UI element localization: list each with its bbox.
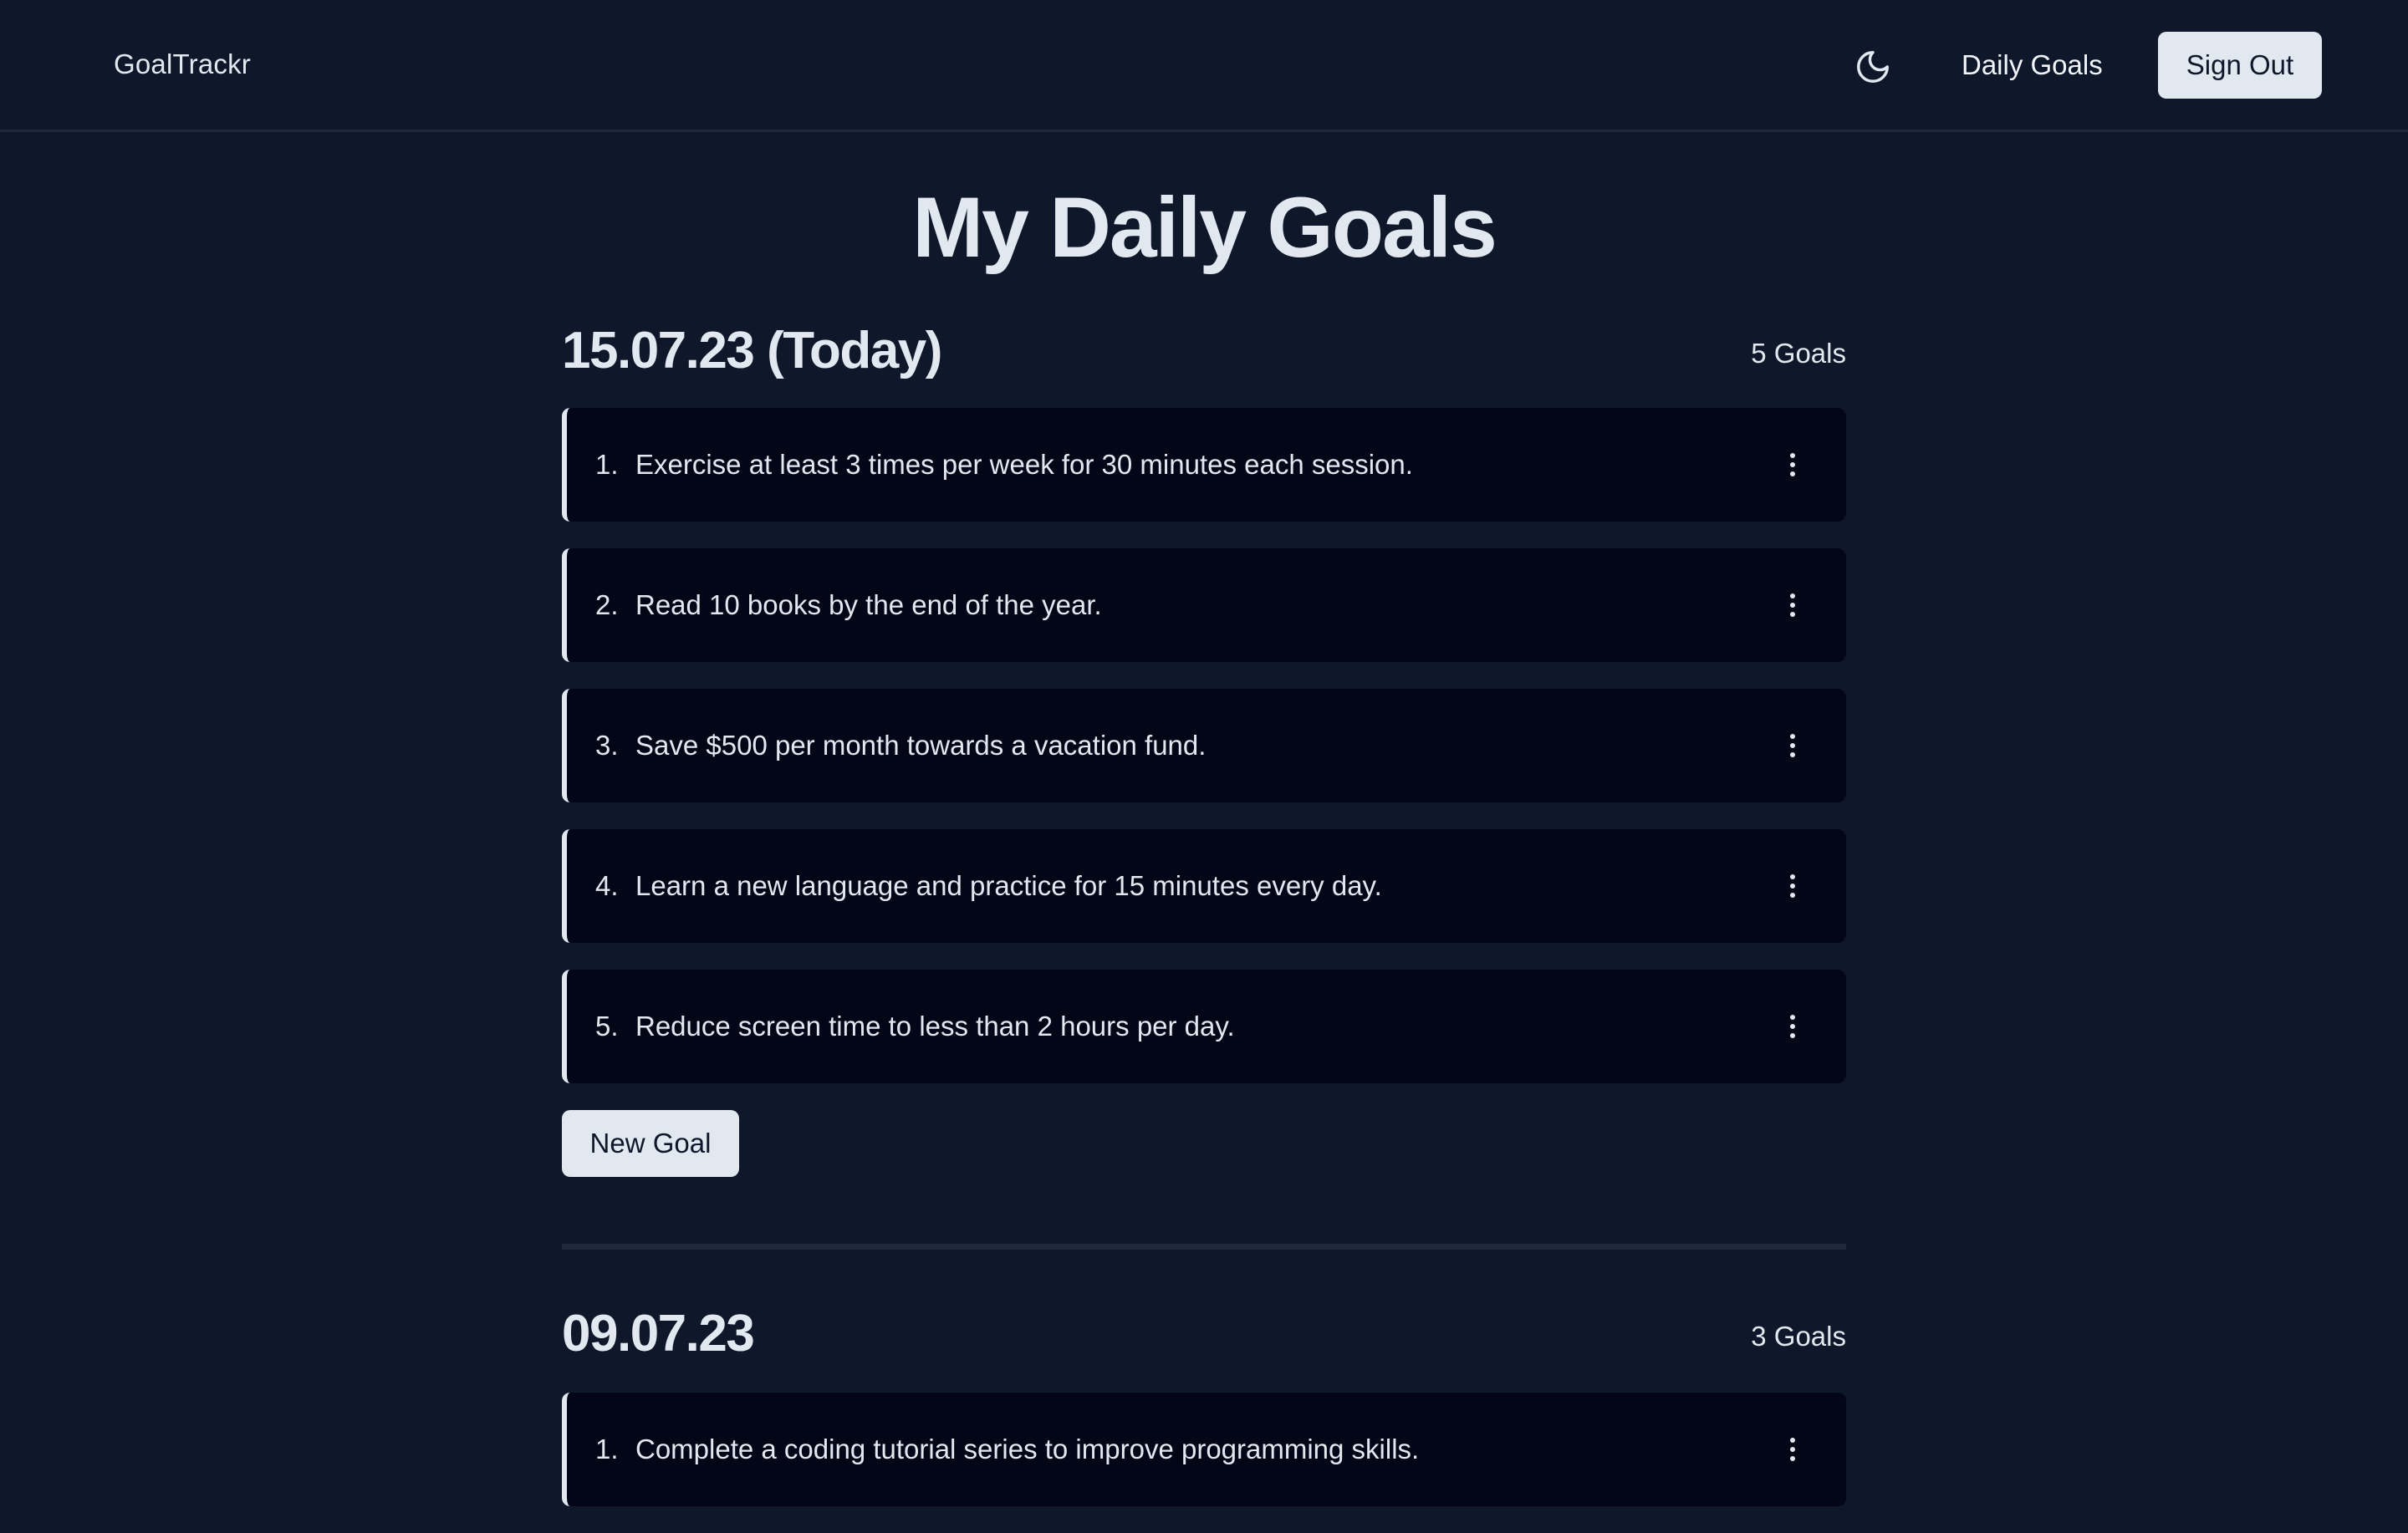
goal-text: Save $500 per month towards a vacation f… [635,730,1207,761]
more-vertical-icon [1790,1015,1795,1038]
goal-text: Learn a new language and practice for 15… [635,870,1382,901]
moon-icon [1857,51,1889,83]
day-date: 09.07.23 [562,1305,755,1362]
goal-item[interactable]: 3. Save $500 per month towards a vacatio… [562,689,1846,802]
goal-item[interactable]: 1. Complete a coding tutorial series to … [562,1393,1846,1506]
goal-menu-button[interactable] [1769,863,1816,909]
sign-out-button[interactable]: Sign Out [2158,32,2322,99]
more-vertical-icon [1790,734,1795,757]
day-section: 15.07.23 (Today) 5 Goals 1. Exercise at … [562,318,1846,1177]
theme-toggle-button[interactable] [1849,43,1896,90]
more-vertical-icon [1790,453,1795,476]
more-vertical-icon [1790,874,1795,898]
goal-menu-button[interactable] [1769,1003,1816,1050]
goal-item[interactable]: 4. Learn a new language and practice for… [562,829,1846,943]
more-vertical-icon [1790,593,1795,617]
goal-number: 2. [595,589,619,620]
goal-number: 3. [595,730,619,761]
brand-logo[interactable]: GoalTrackr [114,43,251,85]
top-navbar: GoalTrackr Daily Goals Sign Out [0,0,2408,132]
goal-menu-button[interactable] [1769,441,1816,488]
goal-number: 4. [595,870,619,901]
day-section: 09.07.23 3 Goals 1. Complete a coding tu… [562,1301,1846,1533]
goal-text: Exercise at least 3 times per week for 3… [635,449,1413,480]
goal-item[interactable]: 1. Exercise at least 3 times per week fo… [562,408,1846,522]
goal-menu-button[interactable] [1769,582,1816,629]
goal-menu-button[interactable] [1769,1426,1816,1473]
day-date: 15.07.23 (Today) [562,322,942,379]
goal-text: Read 10 books by the end of the year. [635,589,1102,620]
goal-item[interactable]: 2. Read 10 books by the end of the year. [562,548,1846,662]
goal-count: 3 Goals [1751,1321,1846,1352]
new-goal-button[interactable]: New Goal [562,1110,739,1177]
section-divider [562,1244,1846,1250]
goal-number: 5. [595,1011,619,1042]
more-vertical-icon [1790,1438,1795,1461]
page-title: My Daily Goals [912,180,1497,275]
day-header: 09.07.23 3 Goals [562,1301,1846,1376]
goal-list: 1. Complete a coding tutorial series to … [562,1393,1846,1506]
goal-item[interactable]: 5. Reduce screen time to less than 2 hou… [562,970,1846,1083]
goal-number: 1. [595,449,619,480]
goal-text: Reduce screen time to less than 2 hours … [635,1011,1235,1042]
goal-number: 1. [595,1434,619,1464]
day-header: 15.07.23 (Today) 5 Goals [562,318,1846,393]
goal-count: 5 Goals [1751,338,1846,369]
nav-link-daily-goals[interactable]: Daily Goals [1962,43,2103,87]
goal-menu-button[interactable] [1769,722,1816,769]
goal-list: 1. Exercise at least 3 times per week fo… [562,408,1846,1083]
goal-text: Complete a coding tutorial series to imp… [635,1434,1420,1464]
